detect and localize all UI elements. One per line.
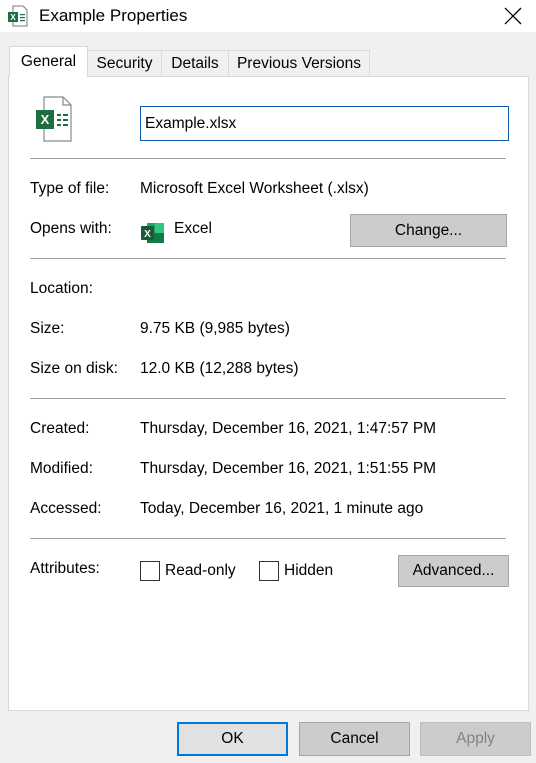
- change-button[interactable]: Change...: [350, 214, 507, 247]
- svg-text:X: X: [144, 229, 151, 240]
- svg-text:X: X: [41, 112, 50, 127]
- divider: [30, 398, 506, 399]
- size-on-disk-label: Size on disk:: [30, 360, 118, 377]
- accessed-label: Accessed:: [30, 500, 102, 517]
- size-value: 9.75 KB (9,985 bytes): [140, 320, 290, 337]
- size-label: Size:: [30, 320, 65, 337]
- location-label: Location:: [30, 280, 93, 297]
- cancel-button[interactable]: Cancel: [299, 722, 410, 756]
- tab-general[interactable]: General: [9, 46, 88, 77]
- advanced-button[interactable]: Advanced...: [398, 555, 509, 587]
- close-icon: [504, 7, 522, 25]
- opens-with-app: Excel: [174, 220, 212, 237]
- attributes-label: Attributes:: [30, 560, 100, 577]
- created-label: Created:: [30, 420, 90, 437]
- read-only-label[interactable]: Read-only: [165, 562, 236, 580]
- excel-app-icon: X: [141, 221, 165, 245]
- modified-value: Thursday, December 16, 2021, 1:51:55 PM: [140, 460, 437, 477]
- svg-text:X: X: [10, 13, 16, 22]
- type-of-file-label: Type of file:: [30, 180, 110, 197]
- title-bar: X Example Properties: [0, 0, 536, 32]
- accessed-value: Today, December 16, 2021, 1 minute ago: [140, 500, 424, 517]
- tab-security[interactable]: Security: [87, 50, 162, 76]
- ok-button[interactable]: OK: [177, 722, 288, 756]
- read-only-checkbox[interactable]: [140, 561, 160, 581]
- divider: [30, 158, 506, 159]
- modified-label: Modified:: [30, 460, 93, 477]
- created-value: Thursday, December 16, 2021, 1:47:57 PM: [140, 420, 437, 437]
- general-panel: X Type of file: Microsoft Excel Workshee…: [8, 76, 529, 711]
- divider: [30, 538, 506, 539]
- file-name-input[interactable]: [140, 106, 509, 141]
- hidden-checkbox[interactable]: [259, 561, 279, 581]
- tab-details[interactable]: Details: [161, 50, 229, 76]
- window-title: Example Properties: [39, 6, 188, 25]
- close-button[interactable]: [490, 0, 536, 32]
- opens-with-label: Opens with:: [30, 220, 112, 237]
- apply-button[interactable]: Apply: [420, 722, 531, 756]
- excel-file-icon: X: [36, 96, 72, 142]
- type-of-file-value: Microsoft Excel Worksheet (.xlsx): [140, 180, 369, 197]
- hidden-label[interactable]: Hidden: [284, 562, 333, 580]
- tab-previous-versions[interactable]: Previous Versions: [228, 50, 370, 76]
- size-on-disk-value: 12.0 KB (12,288 bytes): [140, 360, 299, 377]
- excel-file-icon: X: [8, 5, 28, 27]
- divider: [30, 258, 506, 259]
